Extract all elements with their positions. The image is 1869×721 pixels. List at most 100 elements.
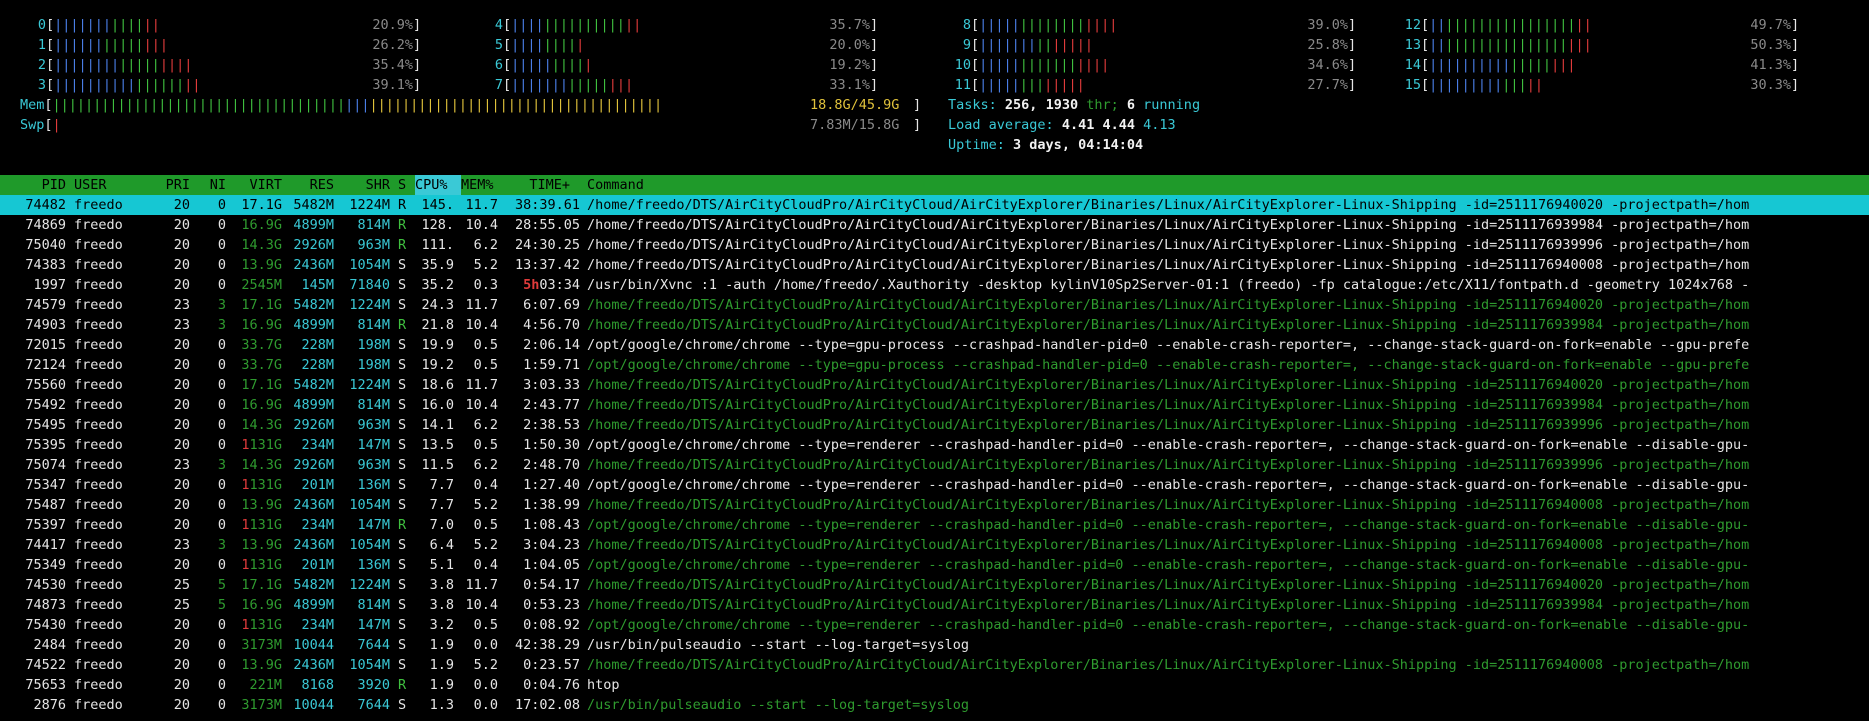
virt: 3173M bbox=[234, 695, 282, 715]
virt: 17.1G bbox=[234, 375, 282, 395]
col-pri[interactable]: PRI bbox=[160, 175, 190, 195]
cpu-meter-10: 10[|||||||||||||||| bbox=[943, 55, 1109, 75]
user: freedo bbox=[74, 497, 123, 513]
nice: 0 bbox=[217, 377, 226, 393]
process-row[interactable]: 74417 freedo 23 3 13.9G 2436M 1054M S 6.4 5.2 3:04… bbox=[0, 535, 1869, 555]
user: freedo bbox=[74, 617, 123, 633]
priority: 20 bbox=[173, 517, 190, 533]
virt-value: 13.9G bbox=[241, 497, 282, 513]
process-row[interactable]: 75495 freedo 20 0 14.3G 2926M 963M S 14.1 6.2 2:38… bbox=[0, 415, 1869, 435]
cpu-kernel-bar: ||| bbox=[143, 37, 168, 53]
shr: 814M bbox=[357, 597, 390, 613]
process-row[interactable]: 74383 freedo 20 0 13.9G 2436M 1054M S 35.9 5.2 13:… bbox=[0, 255, 1869, 275]
nice: 0 bbox=[217, 437, 226, 453]
command: /home/freedo/DTS/AirCityCloudPro/AirCity… bbox=[587, 317, 1750, 333]
time-value: 17:02.08 bbox=[514, 697, 580, 713]
process-row[interactable]: 2876 freedo 20 0 3173M 10044 7644 S 1.3 0.0 17:02.… bbox=[0, 695, 1869, 715]
meter-bracket-close: ] bbox=[413, 57, 422, 73]
process-row[interactable]: 75430 freedo 20 0 1131G 234M 147M S 3.2 0.5 0:08.9… bbox=[0, 615, 1869, 635]
col-pid[interactable]: PID bbox=[20, 175, 66, 195]
virt: 14.3G bbox=[234, 455, 282, 475]
col-state[interactable]: S bbox=[398, 175, 406, 195]
cpu-id: 4 bbox=[494, 17, 503, 33]
process-row[interactable]: 75074 freedo 23 3 14.3G 2926M 963M S 11.5 6.2 2:48… bbox=[0, 455, 1869, 475]
cpu-percent: 34.6% bbox=[1307, 57, 1348, 73]
process-row[interactable]: 75395 freedo 20 0 1131G 234M 147M S 13.5 0.5 1:50.… bbox=[0, 435, 1869, 455]
cpu-normal-bar: |||||||||| bbox=[543, 17, 625, 33]
meter-bracket-close: ] bbox=[1348, 77, 1357, 93]
priority: 23 bbox=[173, 297, 190, 313]
col-virt[interactable]: VIRT bbox=[234, 175, 282, 195]
process-row[interactable]: 2484 freedo 20 0 3173M 10044 7644 S 1.9 0.0 42:38.… bbox=[0, 635, 1869, 655]
command: /home/freedo/DTS/AirCityCloudPro/AirCity… bbox=[587, 297, 1750, 313]
command: /home/freedo/DTS/AirCityCloudPro/AirCity… bbox=[587, 597, 1750, 613]
nice: 0 bbox=[217, 197, 226, 213]
time-value: 4:56.70 bbox=[523, 317, 580, 333]
virt-value: 33.7G bbox=[241, 357, 282, 373]
col-command[interactable]: Command bbox=[587, 175, 644, 195]
time-value: 0:08.92 bbox=[523, 617, 580, 633]
shr: 136M bbox=[357, 477, 390, 493]
process-row[interactable]: 74522 freedo 20 0 13.9G 2436M 1054M S 1.9 5.2 0:23… bbox=[0, 655, 1869, 675]
process-row[interactable]: 75040 freedo 20 0 14.3G 2926M 963M R 111. 6.2 24:3… bbox=[0, 235, 1869, 255]
process-row[interactable]: 74903 freedo 23 3 16.9G 4899M 814M R 21.8 10.4 4:5… bbox=[0, 315, 1869, 335]
process-table-header[interactable]: PID USER PRI NI VIRT RES SHR S CPU% MEM%… bbox=[0, 175, 1869, 195]
cpu-low-priority-bar: |||||||||| bbox=[54, 77, 136, 93]
pid: 75347 bbox=[25, 477, 66, 493]
process-row[interactable]: 74873 freedo 25 5 16.9G 4899M 814M S 3.8 10.4 0:53… bbox=[0, 595, 1869, 615]
process-row[interactable]: 72124 freedo 20 0 33.7G 228M 198M S 19.2 0.5 1:59.… bbox=[0, 355, 1869, 375]
virt: 17.1G bbox=[234, 295, 282, 315]
col-time[interactable]: TIME+ bbox=[510, 175, 570, 195]
virt-value: 16.9G bbox=[241, 397, 282, 413]
process-row[interactable]: 75492 freedo 20 0 16.9G 4899M 814M S 16.0 10.4 2:4… bbox=[0, 395, 1869, 415]
process-row[interactable]: 75349 freedo 20 0 1131G 201M 136M S 5.1 0.4 1:04.0… bbox=[0, 555, 1869, 575]
process-row[interactable]: 75653 freedo 20 0 221M 8168 3920 R 1.9 0.0 0:04.76… bbox=[0, 675, 1869, 695]
state: S bbox=[398, 657, 407, 673]
process-row[interactable]: 75397 freedo 20 0 1131G 234M 147M R 7.0 0.5 1:08.4… bbox=[0, 515, 1869, 535]
memory-meter: Mem[||||||||||||||||||||||||||||||||||||… bbox=[20, 95, 662, 115]
cpu-id: 5 bbox=[494, 37, 503, 53]
time: 1:27.40 bbox=[510, 475, 580, 495]
priority: 20 bbox=[173, 437, 190, 453]
col-shr[interactable]: SHR bbox=[338, 175, 390, 195]
priority: 20 bbox=[173, 477, 190, 493]
time-hours: 5h bbox=[523, 277, 540, 293]
user: freedo bbox=[74, 677, 123, 693]
col-ni[interactable]: NI bbox=[200, 175, 226, 195]
state: S bbox=[398, 697, 407, 713]
process-row-selected[interactable]: 74482 freedo 20 0 17.1G 5482M 1224M R 145. 11.7 38… bbox=[0, 195, 1869, 215]
cpu-percent: 21.8 bbox=[421, 317, 454, 333]
pid: 1997 bbox=[33, 277, 66, 293]
col-cpu-sorted[interactable]: CPU% bbox=[415, 175, 461, 195]
user: freedo bbox=[74, 637, 123, 653]
pid: 74522 bbox=[25, 657, 66, 673]
process-row[interactable]: 74530 freedo 25 5 17.1G 5482M 1224M S 3.8 11.7 0:5… bbox=[0, 575, 1869, 595]
cpu-percent: 3.8 bbox=[429, 577, 454, 593]
nice: 5 bbox=[217, 577, 226, 593]
process-row[interactable]: 72015 freedo 20 0 33.7G 228M 198M S 19.9 0.5 2:06.… bbox=[0, 335, 1869, 355]
user: freedo bbox=[74, 277, 123, 293]
pid: 74482 bbox=[25, 197, 66, 213]
cpu-kernel-bar: ||| bbox=[1551, 57, 1576, 73]
cpu-percent: 24.3 bbox=[421, 297, 454, 313]
process-row[interactable]: 75347 freedo 20 0 1131G 201M 136M S 7.7 0.4 1:27.4… bbox=[0, 475, 1869, 495]
virt: 1131G bbox=[234, 615, 282, 635]
meter-bracket-open: [ bbox=[1421, 37, 1430, 53]
virt-value: 3173M bbox=[241, 697, 282, 713]
process-row[interactable]: 1997 freedo 20 0 2545M 145M 71840 S 35.2 0.3 5h03:… bbox=[0, 275, 1869, 295]
state: R bbox=[398, 517, 407, 533]
time: 3:04.23 bbox=[510, 535, 580, 555]
process-row[interactable]: 74579 freedo 23 3 17.1G 5482M 1224M S 24.3 11.7 6:… bbox=[0, 295, 1869, 315]
process-row[interactable]: 74869 freedo 20 0 16.9G 4899M 814M R 128. 10.4 28:… bbox=[0, 215, 1869, 235]
state: S bbox=[398, 577, 407, 593]
col-mem[interactable]: MEM% bbox=[461, 175, 494, 195]
pid: 75040 bbox=[25, 237, 66, 253]
process-row[interactable]: 75487 freedo 20 0 13.9G 2436M 1054M S 7.7 5.2 1:38… bbox=[0, 495, 1869, 515]
col-res[interactable]: RES bbox=[286, 175, 334, 195]
virt-value: 14.3G bbox=[241, 237, 282, 253]
user: freedo bbox=[74, 597, 123, 613]
col-user[interactable]: USER bbox=[74, 175, 107, 195]
pid: 75349 bbox=[25, 557, 66, 573]
meter-bracket-close: ] bbox=[413, 37, 422, 53]
process-row[interactable]: 75560 freedo 20 0 17.1G 5482M 1224M S 18.6 11.7 3:… bbox=[0, 375, 1869, 395]
